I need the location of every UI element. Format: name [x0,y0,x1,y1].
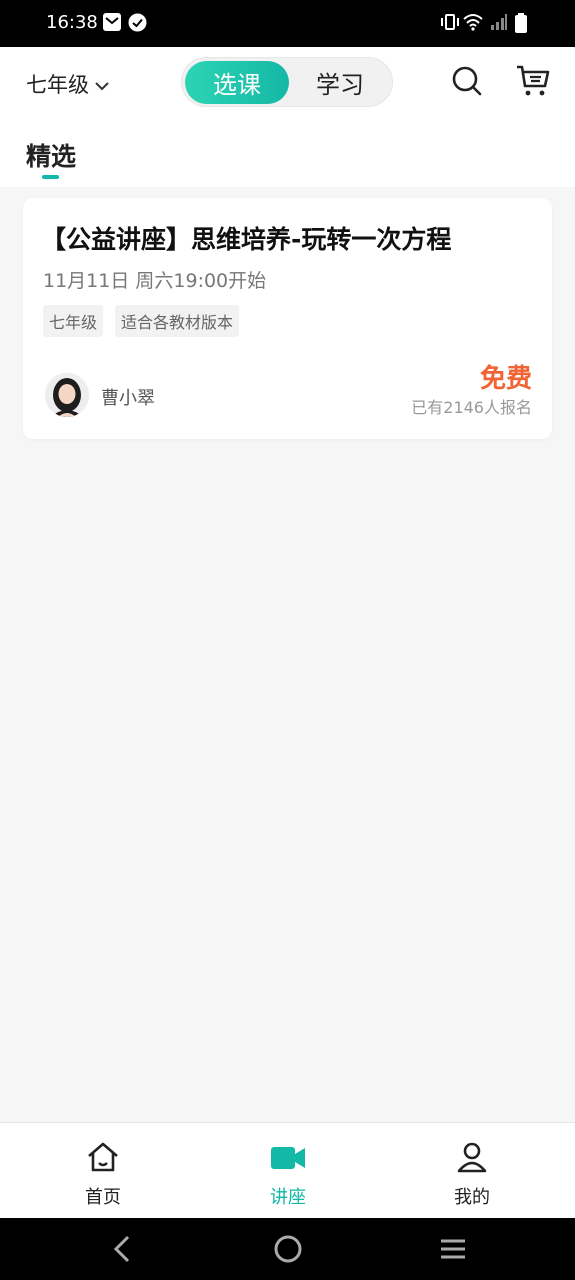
status-time: 16:38 [46,12,98,33]
grade-selector[interactable]: 七年级 [26,69,109,99]
enrolled-count: 已有2146人报名 [411,398,532,417]
bottom-tab-bar: 首页 讲座 我的 [0,1122,575,1218]
chevron-down-icon [95,72,109,96]
avatar [45,373,89,417]
menu-icon[interactable] [439,1234,467,1268]
home-circle-icon[interactable] [273,1234,303,1268]
signal-icon [490,13,508,35]
tag-textbook: 适合各教材版本 [115,305,240,337]
tab-mine[interactable]: 我的 [412,1141,532,1209]
tab-mine-label: 我的 [454,1187,490,1208]
tab-home-label: 首页 [85,1187,121,1208]
wifi-icon [463,13,483,35]
system-nav-bar [0,1218,575,1280]
section-title: 精选 [26,142,77,171]
section-underline [42,175,59,179]
tab-lecture-label: 讲座 [270,1187,306,1208]
top-bar: 七年级 选课 学习 精选 [0,47,575,187]
course-time: 11月11日 周六19:00开始 [43,270,267,292]
tab-lecture[interactable]: 讲座 [228,1141,348,1209]
user-icon [456,1142,488,1177]
grade-label: 七年级 [26,73,89,97]
tag-grade: 七年级 [43,305,104,337]
cart-icon[interactable] [515,64,551,102]
course-title: 【公益讲座】思维培养-玩转一次方程 [41,225,452,254]
teacher-name: 曹小翠 [101,388,155,409]
mail-icon [103,13,121,35]
search-icon[interactable] [451,65,483,101]
battery-icon [515,13,527,37]
course-tags: 七年级 适合各教材版本 [43,305,240,337]
tab-home[interactable]: 首页 [43,1141,163,1209]
tab-select-course[interactable]: 选课 [185,61,289,104]
course-card[interactable]: 【公益讲座】思维培养-玩转一次方程 11月11日 周六19:00开始 七年级 适… [23,198,552,439]
vibrate-icon [440,13,460,35]
back-icon[interactable] [110,1234,134,1268]
check-circle-icon [128,13,147,36]
status-bar: 16:38 [0,0,575,47]
price-label: 免费 [479,364,532,394]
mode-switch: 选课 学习 [181,57,393,107]
video-camera-icon [270,1147,306,1177]
tab-study[interactable]: 学习 [289,61,391,104]
home-icon [86,1142,120,1177]
